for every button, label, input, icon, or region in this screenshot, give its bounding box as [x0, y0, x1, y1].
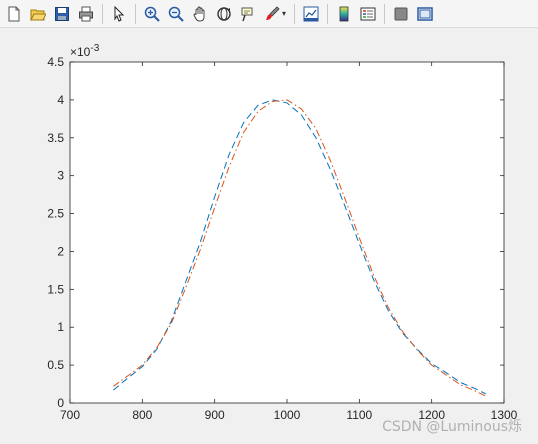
pointer-button[interactable] [109, 4, 129, 24]
data-cursor-icon [240, 6, 256, 22]
zoom-out-button[interactable] [166, 4, 186, 24]
colorbar-icon [336, 6, 352, 22]
y-tick-label: 2 [57, 244, 64, 258]
legend-icon [360, 6, 376, 22]
pan-hand-button[interactable] [190, 4, 210, 24]
data-cursor-button[interactable] [238, 4, 258, 24]
legend-button[interactable] [358, 4, 378, 24]
zoom-in-button[interactable] [142, 4, 162, 24]
y-tick-label: 1 [57, 320, 64, 334]
x-tick-label: 900 [205, 408, 225, 422]
brush-icon [264, 5, 280, 22]
y-tick-label: 4 [57, 93, 64, 107]
plot-area [69, 61, 505, 404]
colorbar-button[interactable] [334, 4, 354, 24]
y-tick-label: 2.5 [47, 207, 64, 221]
y-tick-label: 3 [57, 169, 64, 183]
figure-canvas: 700 800 900 1000 1100 1200 1300 0 0.5 1 1.5 2 2.5 3 3.… [0, 29, 538, 444]
brush-button[interactable] [262, 4, 282, 24]
rotate-3d-icon [216, 6, 232, 22]
zoom-out-icon [168, 6, 184, 22]
y-tick-label: 3.5 [47, 131, 64, 145]
x-tick-label: 1100 [346, 408, 372, 422]
show-plot-tools-button[interactable] [415, 4, 435, 24]
toolbar-separator [294, 3, 296, 24]
link-plot-button[interactable] [301, 4, 321, 24]
pointer-icon [111, 5, 127, 22]
line-chart: 700 800 900 1000 1100 1200 130000.511.522.533.… [47, 43, 517, 422]
hide-plot-tools-button[interactable] [391, 4, 411, 24]
pan-hand-icon [192, 6, 208, 22]
y-exponent-label: ×10-3 [70, 43, 100, 59]
y-tick-label: 4.5 [47, 55, 64, 69]
print-icon [78, 6, 94, 22]
new-figure-icon [6, 6, 22, 22]
toolbar-separator [135, 3, 136, 24]
zoom-in-icon [144, 6, 160, 22]
x-tick-label: 700 [60, 408, 80, 422]
toolbar-separator [102, 3, 103, 24]
y-tick-label: 1.5 [47, 282, 64, 296]
toolbar-separator [384, 3, 386, 24]
x-tick-label: 1000 [274, 408, 301, 422]
open-file-icon [30, 6, 46, 22]
y-tick-label: 0 [57, 396, 64, 410]
open-file-button[interactable] [28, 4, 48, 24]
link-plot-icon [303, 6, 319, 22]
x-tick-label: 800 [132, 408, 152, 422]
show-plot-tools-icon [417, 6, 433, 22]
y-tick-label: 0.5 [47, 358, 64, 372]
figure-toolbar: ▾ [0, 0, 538, 28]
rotate-3d-button[interactable] [214, 4, 234, 24]
brush-dropdown-icon[interactable]: ▾ [282, 9, 286, 18]
watermark-text: CSDN @Luminous烁 [382, 419, 522, 435]
print-button[interactable] [76, 4, 96, 24]
toolbar-separator [327, 3, 329, 24]
save-icon [54, 6, 70, 22]
new-figure-button[interactable] [4, 4, 24, 24]
hide-plot-tools-icon [393, 6, 409, 22]
save-button[interactable] [52, 4, 72, 24]
